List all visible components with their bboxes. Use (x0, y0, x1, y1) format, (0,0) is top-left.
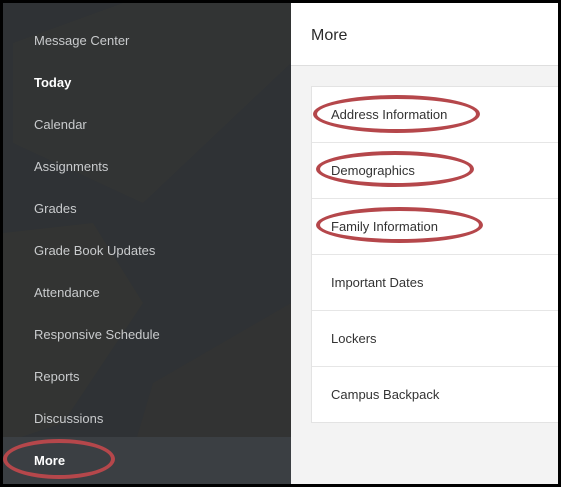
list-item-address-information[interactable]: Address Information (312, 87, 558, 143)
list-item-family-information[interactable]: Family Information (312, 199, 558, 255)
list-item-demographics[interactable]: Demographics (312, 143, 558, 199)
page-header: More (291, 3, 558, 66)
screenshot-frame: Message Center Today Calendar Assignment… (0, 0, 561, 487)
sidebar-item-reports[interactable]: Reports (3, 356, 291, 398)
sidebar-item-more[interactable]: More (3, 437, 291, 484)
list-item-important-dates[interactable]: Important Dates (312, 255, 558, 311)
sidebar-item-message-center[interactable]: Message Center (3, 20, 291, 62)
more-links-list: Address Information Demographics Family … (311, 86, 558, 423)
sidebar-item-grade-book-updates[interactable]: Grade Book Updates (3, 230, 291, 272)
sidebar-item-discussions[interactable]: Discussions (3, 398, 291, 440)
sidebar-item-today[interactable]: Today (3, 62, 291, 104)
page-title: More (311, 27, 348, 44)
main-content: More Address Information Demographics Fa… (291, 3, 558, 484)
list-item-lockers[interactable]: Lockers (312, 311, 558, 367)
sidebar-item-attendance[interactable]: Attendance (3, 272, 291, 314)
sidebar-item-responsive-schedule[interactable]: Responsive Schedule (3, 314, 291, 356)
sidebar-item-calendar[interactable]: Calendar (3, 104, 291, 146)
list-item-campus-backpack[interactable]: Campus Backpack (312, 367, 558, 423)
sidebar-item-grades[interactable]: Grades (3, 188, 291, 230)
sidebar-nav: Message Center Today Calendar Assignment… (3, 3, 291, 484)
sidebar-item-assignments[interactable]: Assignments (3, 146, 291, 188)
